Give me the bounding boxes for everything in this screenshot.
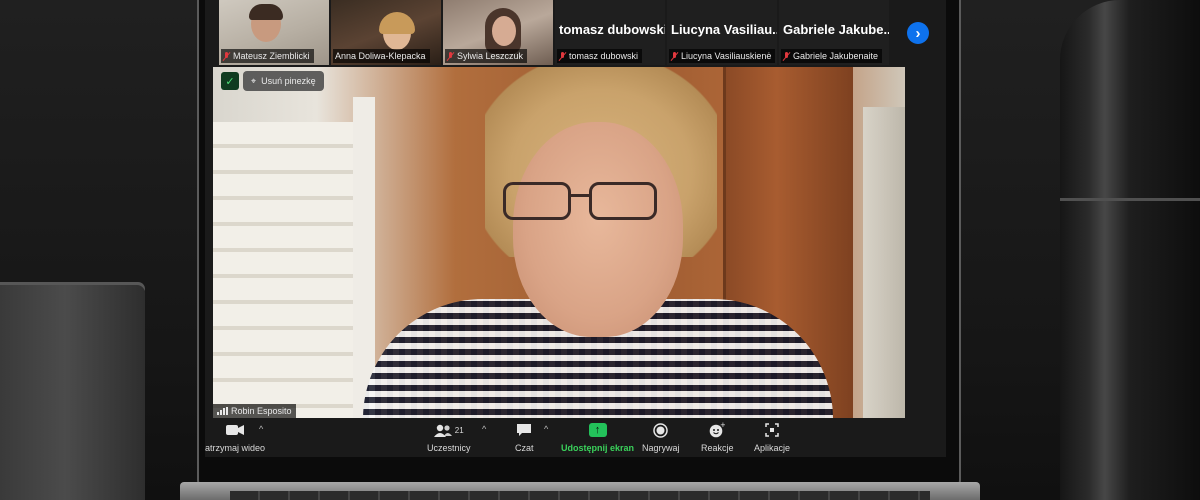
chevron-up-icon[interactable]: ^: [482, 424, 486, 434]
bottle-band: [1060, 198, 1200, 201]
share-screen-icon: ↑: [588, 421, 607, 439]
participant-name: Gabriele Jakubenaite: [793, 51, 879, 61]
chat-button[interactable]: Czat: [515, 421, 534, 453]
share-screen-label: Udostępnij ekran: [561, 443, 635, 453]
record-icon: [653, 421, 668, 439]
pinned-speaker-video[interactable]: ✓ ⌖ Usuń pinezkę Robin Esposito: [213, 67, 905, 418]
participant-name-tag: Liucyna Vasiliauskienė: [669, 49, 776, 63]
participant-display-name: Liucyna Vasiliau...: [671, 22, 777, 37]
apps-label: Aplikacje: [754, 443, 791, 453]
participant-display-name: Gabriele Jakube...: [783, 22, 889, 37]
chevron-up-icon[interactable]: ^: [544, 424, 548, 434]
participant-tile[interactable]: Liucyna Vasiliau... Liucyna Vasiliauskie…: [667, 0, 777, 65]
participants-icon: 21: [433, 421, 464, 439]
doorway: [863, 107, 905, 418]
speaker-face: [513, 122, 683, 337]
participant-name: Mateusz Ziemblicki: [233, 51, 310, 61]
shield-icon[interactable]: ✓: [221, 72, 239, 90]
chat-icon: [516, 421, 532, 439]
apps-button[interactable]: Aplikacje: [754, 421, 790, 453]
coffee-mug: [0, 285, 145, 500]
mic-muted-icon: [223, 51, 230, 61]
participant-tile[interactable]: Sylwia Leszczuk: [443, 0, 553, 65]
chat-label: Czat: [515, 443, 534, 453]
meeting-window: Mateusz Ziemblicki Anna Doliwa-Klepacka …: [205, 0, 946, 457]
participant-display-name: tomasz dubowski: [559, 22, 665, 37]
gallery-strip: Mateusz Ziemblicki Anna Doliwa-Klepacka …: [219, 0, 889, 65]
speaker-name-tag: Robin Esposito: [213, 404, 296, 418]
speaker-glasses: [503, 182, 673, 224]
bottle: [1060, 0, 1200, 500]
stop-video-button[interactable]: atrzymaj wideo: [205, 421, 265, 453]
participant-tile[interactable]: Mateusz Ziemblicki: [219, 0, 329, 65]
record-button[interactable]: Nagrywaj: [642, 421, 680, 453]
participant-tile[interactable]: Gabriele Jakube... Gabriele Jakubenaite: [779, 0, 889, 65]
participants-count: 21: [454, 425, 464, 435]
mic-muted-icon: [671, 51, 678, 61]
record-label: Nagrywaj: [642, 443, 680, 453]
headphones: [249, 4, 283, 20]
chevron-right-icon[interactable]: ›: [907, 22, 929, 44]
reactions-button[interactable]: + Reakcje: [701, 421, 734, 453]
apps-icon: [765, 421, 779, 439]
stop-video-label: atrzymaj wideo: [205, 443, 266, 453]
laptop-keyboard: [230, 491, 930, 500]
participant-hair: [379, 12, 415, 34]
participant-video: [492, 16, 516, 46]
unpin-button[interactable]: ⌖ Usuń pinezkę: [243, 71, 324, 91]
participants-button[interactable]: 21 Uczestnicy: [427, 421, 471, 453]
smiley-icon: +: [709, 421, 725, 439]
participant-tile[interactable]: Anna Doliwa-Klepacka: [331, 0, 441, 65]
reactions-label: Reakcje: [701, 443, 734, 453]
svg-text:+: +: [720, 422, 725, 429]
participant-tile[interactable]: tomasz dubowski tomasz dubowski: [555, 0, 665, 65]
video-camera-icon: [226, 421, 245, 439]
window-blind: [213, 122, 353, 418]
pin-icon: ⌖: [251, 75, 257, 86]
mic-muted-icon: [559, 51, 566, 61]
window-frame: [353, 97, 375, 418]
mic-muted-icon: [783, 51, 790, 61]
speaker-name: Robin Esposito: [231, 406, 292, 416]
participant-name-tag: Gabriele Jakubenaite: [781, 49, 883, 63]
mic-muted-icon: [447, 51, 454, 61]
participant-name: Sylwia Leszczuk: [457, 51, 524, 61]
participant-name: Anna Doliwa-Klepacka: [335, 51, 426, 61]
participant-name-tag: Mateusz Ziemblicki: [221, 49, 314, 63]
participants-label: Uczestnicy: [427, 443, 471, 453]
signal-strength-icon: [217, 407, 228, 415]
participant-name-tag: Sylwia Leszczuk: [445, 49, 528, 63]
participant-name: tomasz dubowski: [569, 51, 639, 61]
chevron-up-icon[interactable]: ^: [259, 424, 263, 434]
meeting-toolbar: atrzymaj wideo ^ 21 Uczestnicy ^ Czat ^ …: [205, 418, 946, 457]
participant-name-tag: Anna Doliwa-Klepacka: [333, 49, 430, 63]
participant-name-tag: tomasz dubowski: [557, 49, 643, 63]
participant-name: Liucyna Vasiliauskienė: [681, 51, 772, 61]
unpin-label: Usuń pinezkę: [261, 76, 316, 86]
share-screen-button[interactable]: ↑ Udostępnij ekran: [561, 421, 634, 453]
